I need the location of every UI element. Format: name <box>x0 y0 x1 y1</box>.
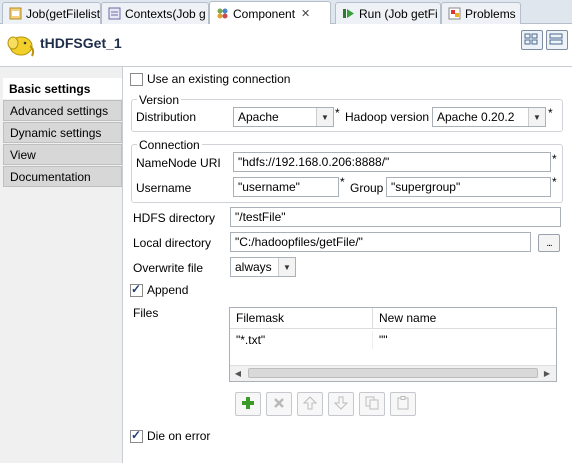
tab-label: Component <box>233 6 296 21</box>
connection-group-title: Connection <box>137 138 202 152</box>
move-up-button[interactable] <box>297 392 323 416</box>
column-header-new-name[interactable]: New name <box>373 308 556 329</box>
move-down-button[interactable] <box>328 392 354 416</box>
hadoop-elephant-icon <box>6 32 36 61</box>
required-mark: * <box>552 175 557 189</box>
hadoop-version-value: Apache 0.20.2 <box>437 110 515 124</box>
files-table: Filemask New name "*.txt" "" ◀ ▶ <box>229 307 557 382</box>
hadoop-version-select[interactable]: Apache 0.20.2 ▼ <box>432 107 546 127</box>
hdfs-directory-label: HDFS directory <box>133 211 216 225</box>
version-group-title: Version <box>137 93 182 107</box>
copy-icon <box>365 396 379 413</box>
scrollbar-thumb[interactable] <box>248 368 538 378</box>
namenode-uri-label: NameNode URI <box>136 156 221 170</box>
append-checkbox[interactable] <box>130 282 143 297</box>
tab-run[interactable]: Run (Job getFi <box>335 2 441 24</box>
horizontal-scrollbar[interactable]: ◀ ▶ <box>230 365 556 381</box>
nav-advanced-settings[interactable]: Advanced settings <box>3 100 122 121</box>
settings-nav: Basic settings Advanced settings Dynamic… <box>3 78 122 462</box>
files-label: Files <box>133 306 159 320</box>
use-existing-connection-checkbox[interactable] <box>130 73 143 86</box>
column-header-filemask[interactable]: Filemask <box>230 308 373 329</box>
distribution-value: Apache <box>238 110 279 124</box>
run-icon <box>341 7 355 21</box>
remove-row-button[interactable] <box>266 392 292 416</box>
tab-label: Job(getFilelist <box>26 6 101 21</box>
tab-job-getfilelist[interactable]: Job(getFilelist <box>2 2 101 24</box>
nav-documentation[interactable]: Documentation <box>3 166 122 187</box>
arrow-down-icon <box>333 396 349 413</box>
component-header: tHDFSGet_1 <box>0 24 572 67</box>
scroll-right-icon[interactable]: ▶ <box>540 367 554 379</box>
tab-label: Contexts(Job g <box>125 6 206 21</box>
required-mark: * <box>340 175 345 189</box>
die-on-error-label: Die on error <box>147 429 211 443</box>
component-title: tHDFSGet_1 <box>40 35 122 51</box>
required-mark: * <box>548 106 553 120</box>
group-label: Group <box>350 181 384 195</box>
copy-button[interactable] <box>359 392 385 416</box>
overwrite-file-label: Overwrite file <box>133 261 204 275</box>
required-mark: * <box>335 106 340 120</box>
problems-icon <box>447 7 461 21</box>
tab-label: Problems <box>465 6 516 21</box>
arrow-up-icon <box>302 395 318 413</box>
tab-contexts[interactable]: Contexts(Job g <box>101 2 209 24</box>
component-icon <box>215 7 229 21</box>
local-directory-label: Local directory <box>133 236 212 250</box>
layout-list-icon[interactable] <box>546 30 568 50</box>
plus-icon <box>241 396 255 413</box>
chevron-down-icon: ▼ <box>528 108 545 126</box>
layout-grid-icon[interactable] <box>521 30 543 50</box>
add-row-button[interactable] <box>235 392 261 416</box>
tab-component[interactable]: Component ✕ <box>209 1 331 25</box>
chevron-down-icon: ▼ <box>278 258 295 276</box>
close-icon[interactable]: ✕ <box>301 7 310 20</box>
group-input[interactable]: "supergroup" <box>386 177 551 197</box>
browse-button[interactable]: ... <box>538 234 560 252</box>
table-cell-filemask[interactable]: "*.txt" <box>230 331 373 349</box>
die-on-error-checkbox[interactable] <box>130 428 143 443</box>
nav-dynamic-settings[interactable]: Dynamic settings <box>3 122 122 143</box>
required-mark: * <box>552 152 557 166</box>
append-label: Append <box>147 283 189 297</box>
local-directory-input[interactable]: "C:/hadoopfiles/getFile/" <box>230 232 531 252</box>
paste-icon <box>396 395 410 413</box>
nav-basic-settings[interactable]: Basic settings <box>3 78 122 99</box>
hdfs-directory-input[interactable]: "/testFile" <box>230 207 561 227</box>
distribution-label: Distribution <box>136 110 197 124</box>
distribution-select[interactable]: Apache ▼ <box>233 107 334 127</box>
chevron-down-icon: ▼ <box>316 108 333 126</box>
tab-label: Run (Job getFi <box>359 6 438 21</box>
paste-button[interactable] <box>390 392 416 416</box>
table-cell-new-name[interactable]: "" <box>373 331 556 349</box>
nav-view[interactable]: View <box>3 144 122 165</box>
overwrite-file-select[interactable]: always ▼ <box>230 257 296 277</box>
overwrite-file-value: always <box>235 260 272 274</box>
scroll-left-icon[interactable]: ◀ <box>231 367 245 379</box>
use-existing-connection-label: Use an existing connection <box>147 72 291 86</box>
username-label: Username <box>136 181 192 195</box>
contexts-icon <box>107 7 121 21</box>
namenode-uri-input[interactable]: "hdfs://192.168.0.206:8888/" <box>233 152 551 172</box>
tab-problems[interactable]: Problems <box>441 2 521 24</box>
delete-x-icon <box>272 396 286 413</box>
job-icon <box>8 7 22 21</box>
hadoop-version-label: Hadoop version <box>345 110 430 124</box>
username-input[interactable]: "username" <box>233 177 339 197</box>
editor-tab-bar: Job(getFilelist Contexts(Job g Component… <box>0 0 572 25</box>
